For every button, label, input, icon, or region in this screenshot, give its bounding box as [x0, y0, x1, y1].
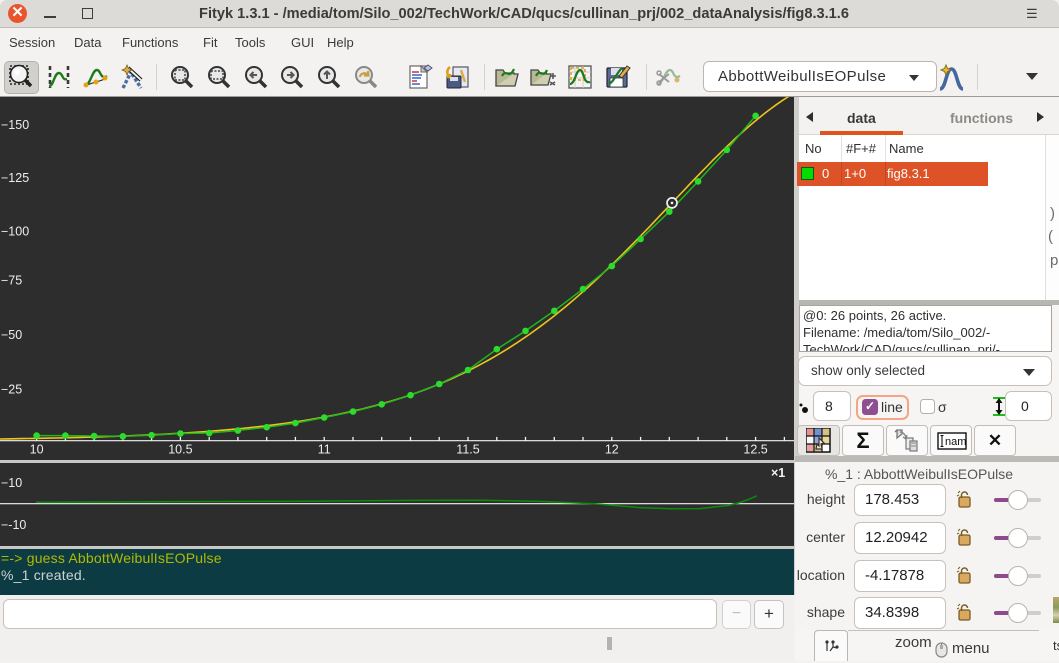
- svg-text:−-10: −-10: [1, 518, 26, 532]
- svg-text:−25: −25: [1, 383, 22, 397]
- svg-text:nam: nam: [945, 436, 966, 448]
- svg-text:×1: ×1: [771, 466, 785, 480]
- svg-text:−150: −150: [1, 118, 29, 132]
- svg-text:−75: −75: [1, 274, 22, 288]
- svg-text:−125: −125: [1, 171, 29, 185]
- svg-text:10.5: 10.5: [168, 442, 192, 456]
- svg-text:−100: −100: [1, 225, 29, 239]
- svg-text:12.5: 12.5: [743, 442, 767, 456]
- svg-text:10: 10: [30, 442, 44, 456]
- svg-text:11: 11: [318, 442, 331, 456]
- svg-text:−50: −50: [1, 328, 22, 342]
- svg-text:−10: −10: [1, 476, 22, 490]
- svg-text:11.5: 11.5: [456, 442, 479, 456]
- svg-text:12: 12: [605, 442, 619, 456]
